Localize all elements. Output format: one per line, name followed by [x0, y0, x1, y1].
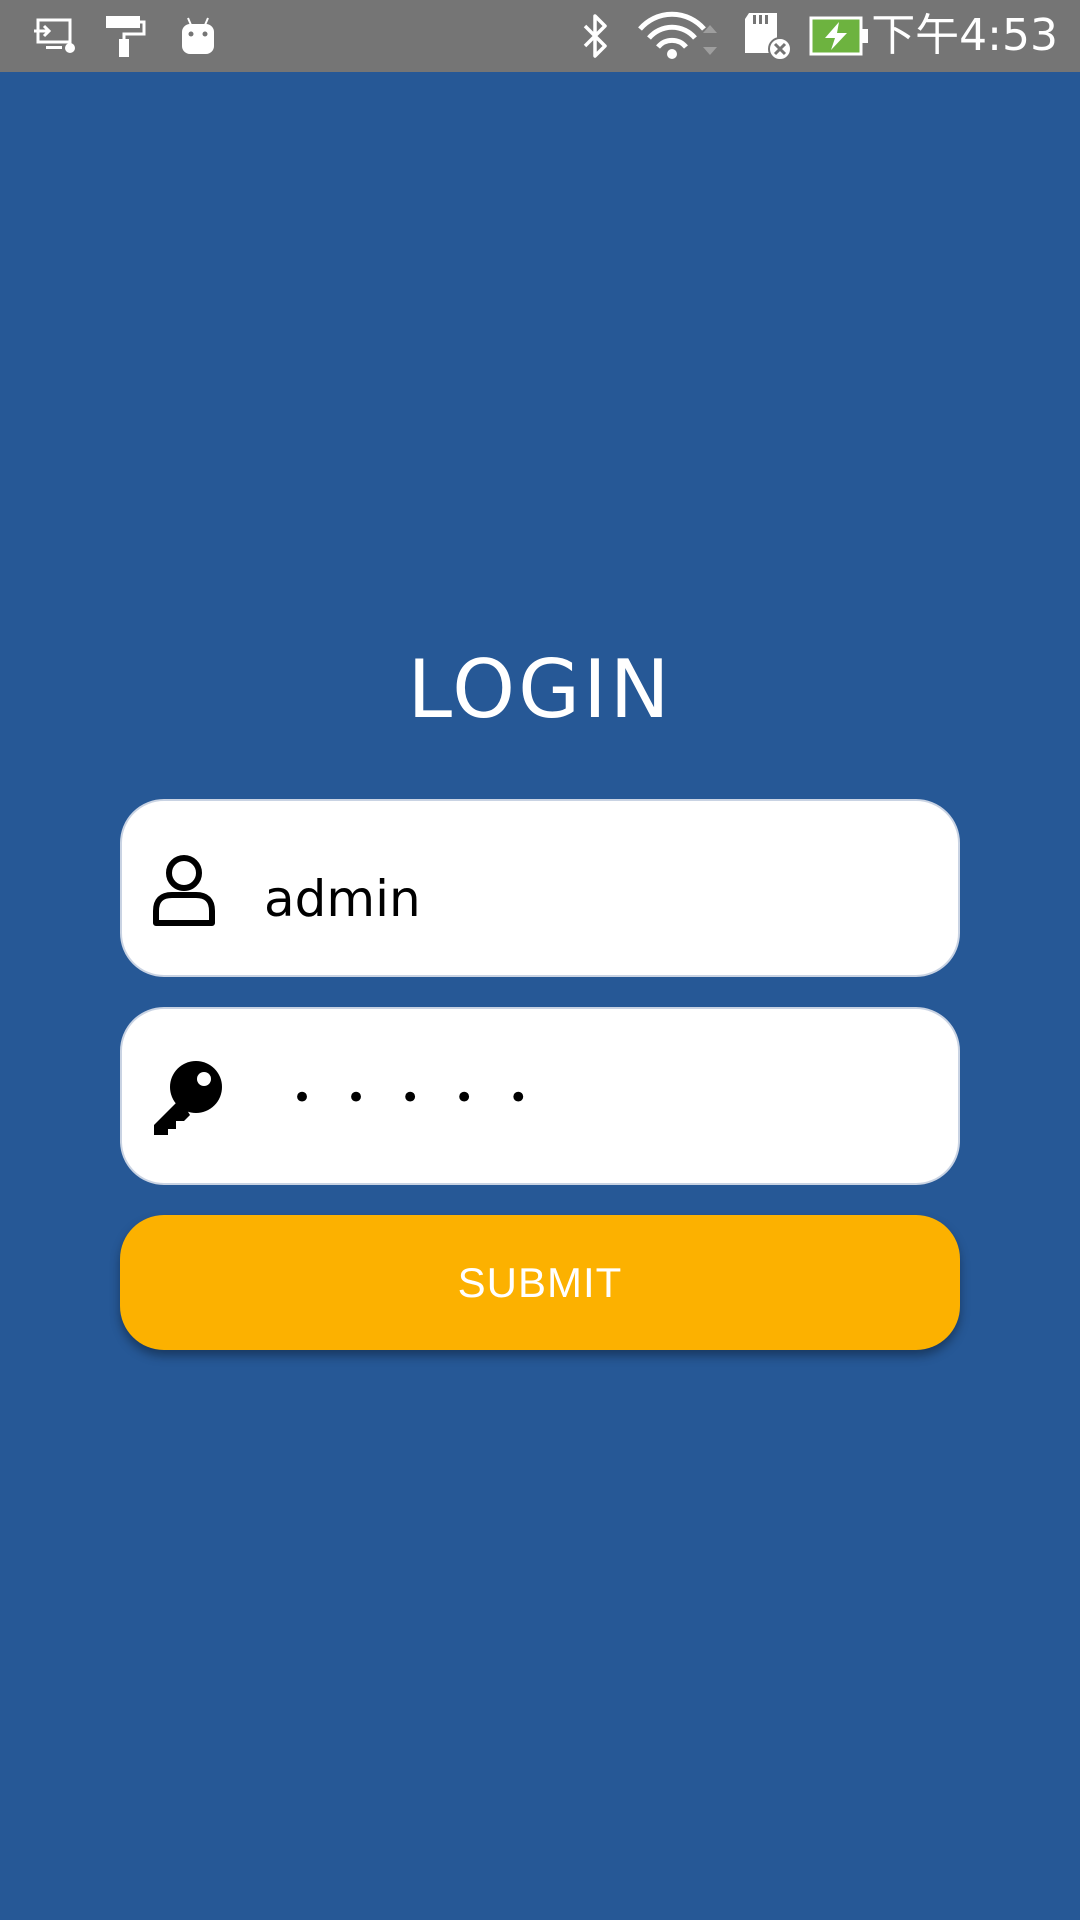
username-value[interactable]: admin	[264, 801, 421, 979]
submit-button[interactable]: SUBMIT	[120, 1215, 960, 1350]
paint-roller-icon	[102, 0, 148, 72]
wifi-icon	[638, 0, 722, 72]
status-time: 下午4:53	[871, 10, 1058, 61]
password-masked-value[interactable]: •••••	[292, 1009, 562, 1187]
password-field[interactable]: •••••	[120, 1007, 960, 1185]
screen-cast-icon	[30, 0, 80, 72]
status-bar: 下午4:53	[0, 0, 1080, 72]
key-icon	[154, 1061, 222, 1135]
bluetooth-icon	[578, 0, 614, 72]
login-screen: 下午4:53 LOGIN admin ••••• SUBMIT	[0, 0, 1080, 1920]
battery-charging-icon	[808, 0, 870, 72]
user-icon	[153, 855, 215, 926]
sd-card-error-icon	[742, 0, 794, 72]
username-field[interactable]: admin	[120, 799, 960, 977]
page-title: LOGIN	[407, 643, 673, 736]
android-icon	[178, 0, 218, 72]
